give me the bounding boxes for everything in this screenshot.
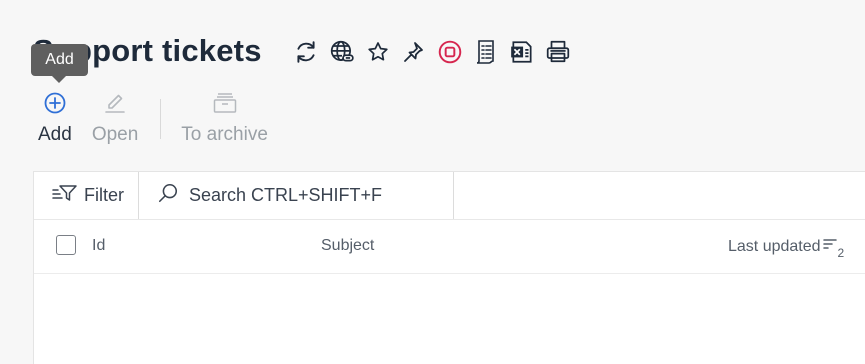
title-row: Support tickets: [33, 30, 572, 72]
tickets-panel: Filter Id Subject Last updated 2: [33, 171, 865, 364]
pin-icon[interactable]: [400, 38, 428, 66]
search-icon: [157, 182, 179, 209]
search-box: [139, 172, 454, 219]
excel-export-icon[interactable]: [508, 38, 536, 66]
column-header-id[interactable]: Id: [92, 237, 105, 255]
sort-indicator[interactable]: 2: [822, 237, 844, 260]
add-tooltip: Add: [31, 44, 88, 83]
report-list-icon[interactable]: [472, 38, 500, 66]
filter-label: Filter: [84, 185, 124, 205]
sort-priority: 2: [837, 246, 845, 260]
refresh-icon[interactable]: [292, 38, 320, 66]
stop-record-icon[interactable]: [436, 38, 464, 66]
archive-box-icon: [212, 88, 238, 118]
toolbar-separator: [160, 99, 162, 139]
last-updated-label: Last updated: [728, 237, 821, 255]
filter-bar: Filter: [34, 172, 865, 220]
add-label: Add: [38, 124, 72, 145]
filter-button[interactable]: Filter: [34, 172, 139, 219]
to-archive-button[interactable]: To archive: [171, 88, 278, 146]
filter-icon: [52, 183, 78, 208]
web-link-icon[interactable]: [328, 38, 356, 66]
column-header-last-updated[interactable]: Last updated 2: [728, 237, 844, 261]
add-button[interactable]: Add: [28, 88, 82, 146]
title-actions: [292, 38, 572, 66]
table-header-row: Id Subject Last updated 2: [34, 220, 865, 274]
star-icon[interactable]: [364, 38, 392, 66]
action-toolbar: Add Open To archive: [28, 88, 278, 152]
edit-pencil-icon: [103, 88, 127, 118]
print-icon[interactable]: [544, 38, 572, 66]
search-input[interactable]: [189, 185, 449, 206]
sort-descending-icon: [822, 237, 837, 256]
open-label: Open: [91, 124, 139, 145]
open-button[interactable]: Open: [82, 88, 148, 146]
add-circle-icon: [43, 88, 67, 118]
select-all-checkbox[interactable]: [56, 235, 76, 255]
to-archive-label: To archive: [181, 124, 268, 145]
column-header-subject[interactable]: Subject: [321, 237, 374, 255]
